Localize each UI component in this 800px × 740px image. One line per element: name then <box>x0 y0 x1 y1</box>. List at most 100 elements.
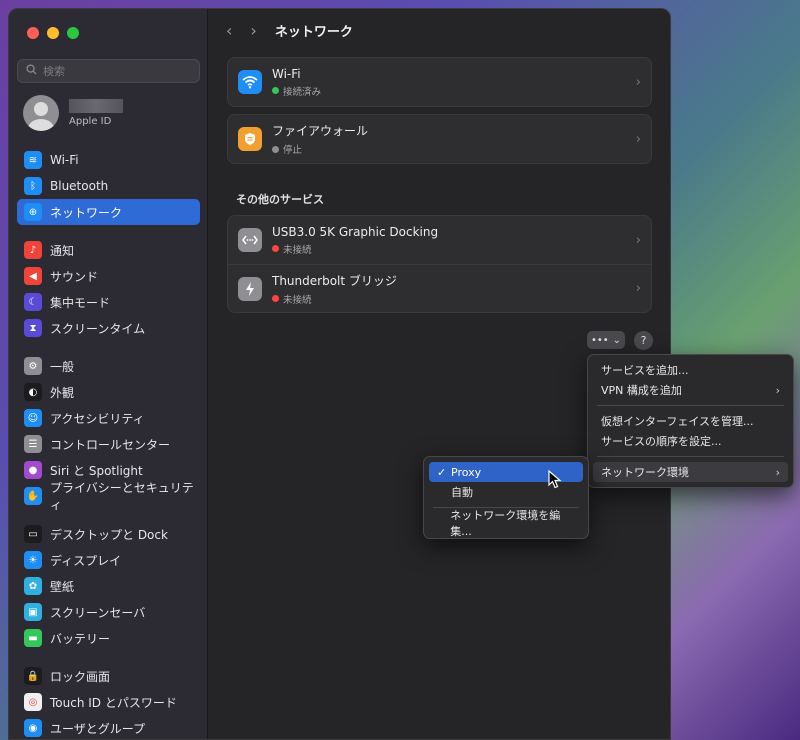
usb-title: USB3.0 5K Graphic Docking <box>272 224 439 239</box>
users-icon: ◉ <box>24 719 42 737</box>
sun-icon: ☀ <box>24 551 42 569</box>
firewall-service-row[interactable]: ファイアウォール 停止 › <box>228 115 651 163</box>
sidebar-item-label: Wi-Fi <box>50 153 79 167</box>
sidebar-item-lock[interactable]: 🔒 ロック画面 <box>17 663 200 689</box>
thunderbolt-icon <box>238 276 262 301</box>
search-field[interactable] <box>17 59 200 83</box>
apple-id-label: Apple ID <box>69 116 112 127</box>
hand-icon: ✋ <box>24 487 42 505</box>
location-item-edit[interactable]: ネットワーク環境を編集... <box>429 509 583 538</box>
search-input[interactable] <box>43 64 193 78</box>
sidebar-item-label: ロック画面 <box>50 669 111 684</box>
chevron-right-icon: › <box>775 465 780 479</box>
sidebar-item-label: 集中モード <box>50 295 111 310</box>
help-button[interactable]: ? <box>634 331 653 350</box>
wallpaper-icon: ✿ <box>24 577 42 595</box>
nav-group-spacer <box>17 651 200 663</box>
menu-separator <box>597 456 784 457</box>
sidebar-item-label: アクセシビリティ <box>50 411 145 426</box>
sidebar-item-label: スクリーンタイム <box>50 321 146 336</box>
sidebar-item-label: 一般 <box>50 359 75 374</box>
firewall-title: ファイアウォール <box>272 124 369 138</box>
accessibility-icon: ☺ <box>24 409 42 427</box>
menu-item-service-order[interactable]: サービスの順序を設定... <box>593 431 788 451</box>
moon-icon: ☾ <box>24 293 42 311</box>
sidebar-item-bluetooth[interactable]: ᛒ Bluetooth <box>17 173 200 199</box>
sidebar-item-screensaver[interactable]: ▣ スクリーンセーバ <box>17 599 200 625</box>
nav-group-spacer <box>17 225 200 237</box>
close-button[interactable] <box>27 27 39 39</box>
sidebar-item-moon[interactable]: ☾ 集中モード <box>17 289 200 315</box>
sidebar-item-speaker[interactable]: ◀ サウンド <box>17 263 200 289</box>
sidebar-item-sun[interactable]: ☀ ディスプレイ <box>17 547 200 573</box>
sidebar-item-label: Touch ID とパスワード <box>50 695 177 710</box>
more-actions-button[interactable]: ••• ⌄ <box>587 331 625 349</box>
globe-icon: ⊕ <box>24 203 42 221</box>
status-dot <box>272 145 279 153</box>
sidebar-item-label: ネットワーク <box>50 205 123 220</box>
wifi-service-row[interactable]: Wi-Fi 接続済み › <box>228 58 651 106</box>
sidebar-item-label: デスクトップと Dock <box>50 527 168 542</box>
sidebar-item-fingerprint[interactable]: ◎ Touch ID とパスワード <box>17 689 200 715</box>
chevron-right-icon: › <box>635 131 641 147</box>
minimize-button[interactable] <box>47 27 59 39</box>
menu-item-label: 自動 <box>451 486 473 499</box>
sidebar-item-users[interactable]: ◉ ユーザとグループ <box>17 715 200 739</box>
menu-item-location[interactable]: ネットワーク環境 › <box>593 462 788 482</box>
status-dot <box>272 87 279 94</box>
menu-separator <box>597 405 784 406</box>
apple-id-account[interactable]: Apple ID <box>23 95 123 131</box>
sidebar-item-label: コントロールセンター <box>50 437 171 452</box>
bluetooth-icon: ᛒ <box>24 177 42 195</box>
sidebar-item-label: サウンド <box>50 269 99 284</box>
sidebar-item-hand[interactable]: ✋ プライバシーとセキュリティ <box>17 481 200 512</box>
siri-icon: ● <box>24 461 42 479</box>
sidebar-item-globe[interactable]: ⊕ ネットワーク <box>17 199 200 225</box>
chevron-right-icon: › <box>635 232 641 248</box>
sidebar-item-label: バッテリー <box>50 631 111 646</box>
menu-item-add-vpn[interactable]: VPN 構成を追加 › <box>593 380 788 400</box>
traffic-lights <box>27 27 79 39</box>
wifi-icon <box>238 70 262 94</box>
zoom-button[interactable] <box>67 27 79 39</box>
menu-item-label: ネットワーク環境 <box>601 466 689 479</box>
sidebar-item-hourglass[interactable]: ⧗ スクリーンタイム <box>17 315 200 341</box>
chevron-right-icon: › <box>635 74 641 90</box>
mouse-cursor-icon <box>548 470 562 489</box>
sidebar-item-dock[interactable]: ▭ デスクトップと Dock <box>17 521 200 547</box>
sidebar: Apple ID ≋ Wi-Fi ᛒ Bluetooth ⊕ ネットワーク ♪ 通知 ◀ サウンド… <box>9 9 208 739</box>
screensaver-icon: ▣ <box>24 603 42 621</box>
sidebar-item-bell[interactable]: ♪ 通知 <box>17 237 200 263</box>
settings-window: Apple ID ≋ Wi-Fi ᛒ Bluetooth ⊕ ネットワーク ♪ 通知 ◀ サウンド… <box>8 8 671 740</box>
sidebar-item-label: 通知 <box>50 243 75 258</box>
lock-icon: 🔒 <box>24 667 42 685</box>
location-submenu: ✓ Proxy 自動 ネットワーク環境を編集... <box>423 456 589 539</box>
forward-chevron-icon[interactable]: › <box>250 21 256 40</box>
sidebar-item-wallpaper[interactable]: ✿ 壁紙 <box>17 573 200 599</box>
menu-item-manage-virtual[interactable]: 仮想インターフェイスを管理... <box>593 411 788 431</box>
other-services-heading: その他のサービス <box>236 193 324 206</box>
thunderbolt-service-row[interactable]: Thunderbolt ブリッジ 未接続 › <box>228 264 651 312</box>
usb-status: 未接続 <box>283 244 312 256</box>
menu-item-add-service[interactable]: サービスを追加... <box>593 360 788 380</box>
battery-icon: ▬ <box>24 629 42 647</box>
firewall-status: 停止 <box>283 145 303 156</box>
sidebar-item-control-center[interactable]: ☰ コントロールセンター <box>17 431 200 457</box>
sidebar-item-label: ユーザとグループ <box>50 721 146 736</box>
sidebar-item-gear[interactable]: ⚙ 一般 <box>17 353 200 379</box>
sidebar-nav: ≋ Wi-Fi ᛒ Bluetooth ⊕ ネットワーク ♪ 通知 ◀ サウンド ☾ 集中モード ⧗ スク… <box>17 147 200 739</box>
sidebar-item-battery[interactable]: ▬ バッテリー <box>17 625 200 651</box>
sidebar-item-label: プライバシーとセキュリティ <box>50 481 194 512</box>
sidebar-item-wifi[interactable]: ≋ Wi-Fi <box>17 147 200 173</box>
ethernet-icon <box>238 228 262 252</box>
usb-service-row[interactable]: USB3.0 5K Graphic Docking 未接続 › <box>228 216 651 264</box>
chevron-down-icon: ⌄ <box>612 334 622 346</box>
firewall-card: ファイアウォール 停止 › <box>227 114 652 164</box>
sidebar-item-appearance[interactable]: ◐ 外観 <box>17 379 200 405</box>
fingerprint-icon: ◎ <box>24 693 42 711</box>
sidebar-item-label: Siri と Spotlight <box>50 463 143 478</box>
sidebar-item-accessibility[interactable]: ☺ アクセシビリティ <box>17 405 200 431</box>
ellipsis-icon: ••• <box>590 334 609 346</box>
control-center-icon: ☰ <box>24 435 42 453</box>
back-chevron-icon[interactable]: ‹ <box>226 21 232 40</box>
